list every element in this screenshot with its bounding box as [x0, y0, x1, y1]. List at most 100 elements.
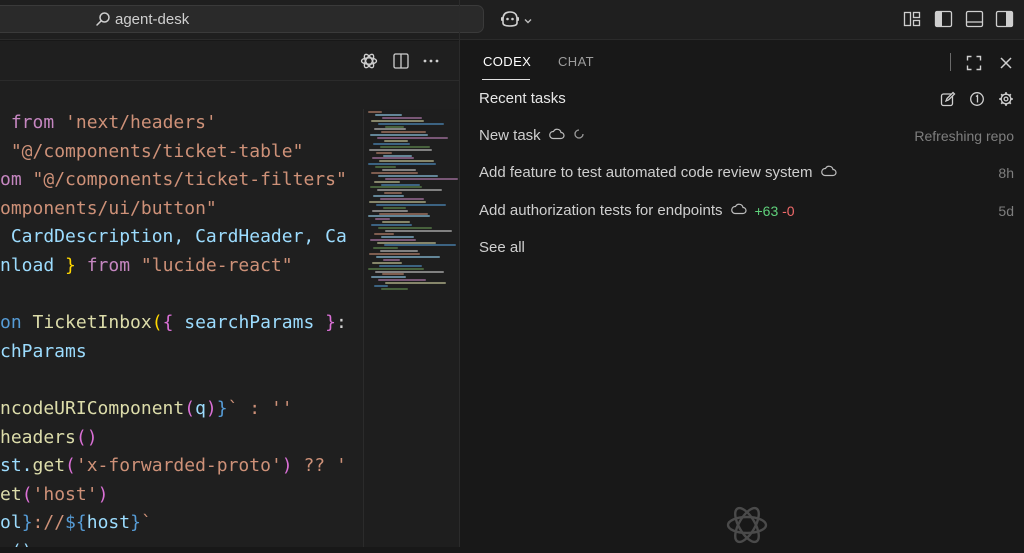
- minimap-line: [384, 244, 456, 247]
- toggle-secondary-sidebar-icon[interactable]: [995, 10, 1014, 33]
- toggle-primary-sidebar-icon[interactable]: [934, 10, 953, 33]
- minimap[interactable]: [363, 109, 460, 547]
- code-token: from: [86, 255, 141, 276]
- history-icon[interactable]: [969, 91, 985, 112]
- code-token: ): [205, 398, 217, 419]
- minimap-line: [372, 157, 414, 160]
- minimap-line: [379, 212, 428, 215]
- code-line: chParams: [0, 338, 87, 366]
- minimap-line: [377, 241, 436, 244]
- code-line: CardDescription, CardHeader, Ca: [0, 223, 347, 251]
- minimap-line: [375, 270, 444, 273]
- editor-toolbar: [0, 41, 459, 81]
- tab-codex[interactable]: CODEX: [483, 54, 531, 69]
- additions-count: +63: [754, 202, 779, 219]
- code-token: :: [335, 312, 347, 334]
- code-editor[interactable]: from 'next/headers' "@/components/ticket…: [0, 109, 362, 547]
- minimap-line: [383, 154, 412, 157]
- title-bar: agent-desk: [0, 0, 1024, 40]
- minimap-line: [380, 198, 424, 200]
- chevron-down-icon: [523, 13, 533, 31]
- tab-chat[interactable]: CHAT: [558, 54, 594, 69]
- code-line: "@/components/ticket-table": [0, 138, 304, 166]
- code-line: st.get('x-forwarded-proto') ?? ': [0, 452, 347, 480]
- minimap-line: [369, 148, 432, 151]
- openai-icon[interactable]: [360, 52, 378, 75]
- maximize-icon[interactable]: [966, 55, 982, 76]
- new-task-icon[interactable]: [940, 91, 956, 112]
- layout-customize-icon[interactable]: [903, 10, 922, 33]
- code-token: (: [65, 455, 76, 477]
- task-row[interactable]: Add feature to test automated code revie…: [479, 164, 837, 181]
- editor-group: from 'next/headers' "@/components/ticket…: [0, 41, 460, 547]
- code-token: (): [0, 541, 33, 547]
- search-icon: [95, 11, 111, 32]
- minimap-line: [374, 128, 406, 131]
- code-token: from: [0, 112, 66, 133]
- minimap-line: [374, 285, 388, 287]
- minimap-line: [371, 276, 406, 279]
- code-token: headers: [0, 426, 76, 448]
- code-line: from 'next/headers': [0, 109, 217, 137]
- code-token: "@/components/ticket-table": [10, 140, 304, 162]
- more-actions-icon[interactable]: [422, 52, 440, 75]
- close-icon[interactable]: [998, 55, 1014, 76]
- codex-panel: CODEX CHAT Recent tasks New task Refresh…: [460, 41, 1024, 547]
- code-token: st.: [0, 455, 33, 477]
- minimap-line: [383, 206, 406, 209]
- cloud-icon: [820, 164, 837, 181]
- minimap-line: [373, 142, 410, 145]
- code-token: ?? ': [292, 455, 347, 477]
- minimap-line: [385, 282, 446, 285]
- minimap-line: [379, 160, 434, 163]
- minimap-line: [383, 258, 400, 261]
- code-token: et: [0, 483, 22, 505]
- code-token: ncodeURIComponent: [0, 398, 185, 419]
- task-age: 8h: [998, 165, 1014, 181]
- minimap-line: [369, 200, 426, 203]
- toggle-panel-icon[interactable]: [965, 10, 984, 33]
- code-line: ol}://${host}`: [0, 509, 152, 537]
- code-line: om "@/components/ticket-filters": [0, 166, 347, 194]
- minimap-line: [378, 227, 432, 229]
- minimap-line: [380, 250, 418, 253]
- minimap-line: [371, 171, 418, 174]
- code-token: TicketInbox: [32, 312, 152, 334]
- command-center-label: agent-desk: [115, 11, 190, 28]
- code-token: (: [151, 312, 163, 334]
- code-line: nload } from "lucide-react": [0, 252, 293, 280]
- minimap-line: [370, 238, 416, 241]
- minimap-line: [384, 192, 402, 195]
- minimap-line: [382, 169, 416, 171]
- minimap-line: [382, 221, 410, 224]
- minimap-line: [378, 174, 438, 177]
- minimap-line: [381, 235, 414, 238]
- openai-logo-icon: [724, 502, 770, 553]
- code-token: 'next/headers': [65, 112, 217, 133]
- see-all-link[interactable]: See all: [479, 239, 525, 256]
- minimap-line: [384, 140, 408, 142]
- minimap-line: [385, 125, 404, 128]
- task-row[interactable]: Add authorization tests for endpoints +6…: [479, 202, 795, 219]
- minimap-line: [385, 177, 458, 180]
- code-token: (: [21, 483, 33, 505]
- code-line: omponents/ui/button": [0, 195, 217, 223]
- minimap-line: [369, 253, 420, 256]
- command-center[interactable]: agent-desk: [0, 5, 484, 33]
- minimap-line: [370, 134, 428, 137]
- code-token: ` : '': [227, 398, 293, 419]
- code-token: "lucide-react": [140, 255, 293, 276]
- copilot-menu[interactable]: [500, 10, 533, 33]
- minimap-line: [376, 203, 446, 206]
- task-row-new-task[interactable]: New task: [479, 127, 585, 144]
- minimap-line: [381, 183, 420, 186]
- code-token: }: [130, 512, 141, 534]
- minimap-line: [379, 264, 422, 267]
- minimap-line: [377, 189, 442, 192]
- code-token: chParams: [0, 340, 87, 362]
- code-token: q: [195, 398, 206, 419]
- minimap-line: [370, 186, 422, 189]
- settings-icon[interactable]: [998, 91, 1014, 112]
- split-editor-icon[interactable]: [392, 52, 410, 75]
- minimap-line: [371, 224, 412, 227]
